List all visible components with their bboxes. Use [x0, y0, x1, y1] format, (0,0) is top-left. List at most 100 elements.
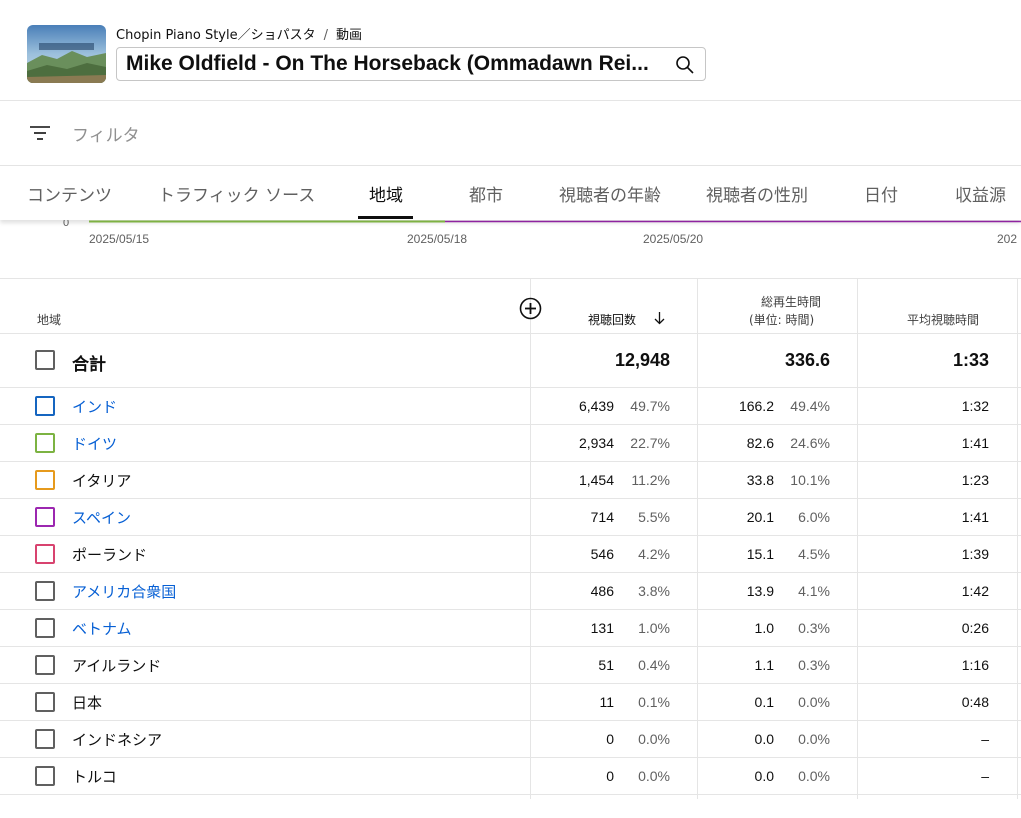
header-avg-duration[interactable]: 平均視聴時間 — [907, 311, 979, 328]
chart-lines: 0 — [63, 220, 1021, 229]
filter-input[interactable]: フィルタ — [72, 121, 140, 146]
table-row[interactable]: イタリア 1,454 11.2% 33.8 10.1% 1:23 — [0, 462, 1021, 499]
row-region-name: インドネシア — [72, 731, 163, 749]
table-row[interactable]: アイルランド 51 0.4% 1.1 0.3% 1:16 — [0, 647, 1021, 684]
row-checkbox[interactable] — [35, 766, 55, 786]
row-watch-time: 20.1 — [746, 509, 774, 525]
search-icon[interactable] — [675, 55, 695, 75]
row-views: 486 — [590, 583, 614, 599]
row-watch-time: 33.8 — [746, 472, 774, 488]
row-views-pct: 49.7% — [630, 398, 670, 414]
row-checkbox[interactable] — [35, 470, 55, 490]
row-checkbox[interactable] — [35, 396, 55, 416]
tab-viewer-gender[interactable]: 視聴者の性別 — [706, 181, 808, 206]
row-watch-time-pct: 0.3% — [798, 620, 830, 636]
tab-city[interactable]: 都市 — [469, 181, 503, 206]
video-thumbnail[interactable] — [27, 25, 106, 83]
tab-content[interactable]: コンテンツ — [27, 181, 112, 206]
row-watch-time: 0.1 — [754, 694, 774, 710]
table-row[interactable]: インドネシア 0 0.0% 0.0 0.0% – — [0, 721, 1021, 758]
row-watch-time: 1.1 — [754, 657, 774, 673]
row-watch-time-pct: 6.0% — [798, 509, 830, 525]
add-column-icon[interactable] — [519, 297, 542, 320]
row-views-pct: 0.4% — [638, 657, 670, 673]
row-views: 1,454 — [578, 472, 614, 488]
video-title-selector[interactable]: Mike Oldfield - On The Horseback (Ommada… — [116, 47, 706, 81]
tab-revenue-source[interactable]: 収益源 — [955, 181, 1006, 206]
row-checkbox[interactable] — [35, 581, 55, 601]
row-watch-time: 13.9 — [746, 583, 774, 599]
row-watch-time-pct: 0.3% — [798, 657, 830, 673]
row-avg-duration: 0:48 — [961, 694, 989, 710]
row-checkbox[interactable] — [35, 729, 55, 749]
filter-icon[interactable] — [29, 123, 51, 143]
row-watch-time-pct: 4.1% — [798, 583, 830, 599]
tab-traffic-source[interactable]: トラフィック ソース — [158, 181, 315, 206]
row-views-pct: 22.7% — [630, 435, 670, 451]
row-views-pct: 0.0% — [638, 768, 670, 784]
row-watch-time: 166.2 — [738, 398, 774, 414]
row-views: 714 — [590, 509, 614, 525]
header-views[interactable]: 視聴回数 — [588, 311, 636, 328]
row-avg-duration: 1:41 — [961, 435, 989, 451]
table-header: 地域 視聴回数 総再生時間 (単位: 時間) 平均視聴時間 — [0, 279, 1021, 334]
row-checkbox[interactable] — [35, 655, 55, 675]
row-checkbox[interactable] — [35, 433, 55, 453]
row-avg-duration: 1:41 — [961, 509, 989, 525]
row-watch-time-pct: 0.0% — [798, 768, 830, 784]
chart-x-tick: 2025/05/15 — [89, 232, 150, 246]
tab-geography[interactable]: 地域 — [369, 181, 403, 206]
row-views: 0 — [606, 768, 614, 784]
row-avg-duration: 1:39 — [961, 546, 989, 562]
breadcrumb-section[interactable]: 動画 — [336, 28, 362, 43]
table-row[interactable]: アメリカ合衆国 486 3.8% 13.9 4.1% 1:42 — [0, 573, 1021, 610]
row-region-name[interactable]: インド — [72, 396, 117, 417]
sort-descending-icon[interactable] — [653, 311, 666, 325]
row-watch-time-pct: 0.0% — [798, 694, 830, 710]
breadcrumb-separator: / — [323, 28, 329, 43]
row-region-name[interactable]: スペイン — [72, 507, 131, 528]
chart-x-tick: 202 — [997, 232, 1018, 246]
geography-table: 地域 視聴回数 総再生時間 (単位: 時間) 平均視聴時間 合計 12,948 … — [0, 278, 1021, 799]
row-watch-time: 0.0 — [754, 768, 774, 784]
table-row[interactable]: トルコ 0 0.0% 0.0 0.0% – — [0, 758, 1021, 795]
row-watch-time-pct: 0.0% — [798, 731, 830, 747]
row-views: 131 — [590, 620, 614, 636]
row-views-pct: 5.5% — [638, 509, 670, 525]
row-watch-time-pct: 49.4% — [790, 398, 830, 414]
total-views: 12,948 — [614, 350, 670, 370]
row-views: 6,439 — [578, 398, 614, 414]
total-watch-time: 336.6 — [784, 350, 830, 370]
row-region-name: トルコ — [72, 768, 117, 786]
table-row[interactable]: スペイン 714 5.5% 20.1 6.0% 1:41 — [0, 499, 1021, 536]
row-views: 51 — [598, 657, 614, 673]
table-total-row: 合計 12,948 336.6 1:33 — [0, 334, 1021, 388]
table-row[interactable]: ベトナム 131 1.0% 1.0 0.3% 0:26 — [0, 610, 1021, 647]
row-checkbox[interactable] — [35, 692, 55, 712]
table-row[interactable]: インド 6,439 49.7% 166.2 49.4% 1:32 — [0, 388, 1021, 425]
row-views: 11 — [599, 694, 614, 710]
header-region[interactable]: 地域 — [37, 311, 61, 328]
table-row[interactable]: ポーランド 546 4.2% 15.1 4.5% 1:39 — [0, 536, 1021, 573]
row-region-name[interactable]: ベトナム — [72, 618, 132, 639]
tab-viewer-age[interactable]: 視聴者の年齢 — [559, 181, 661, 206]
row-avg-duration: – — [981, 768, 989, 784]
row-region-name[interactable]: アメリカ合衆国 — [72, 581, 176, 602]
row-checkbox[interactable] — [35, 544, 55, 564]
header-watch-time[interactable]: 総再生時間 — [761, 293, 821, 310]
row-avg-duration: 0:26 — [961, 620, 989, 636]
table-body: インド 6,439 49.7% 166.2 49.4% 1:32 ドイツ 2,934 22.7%… — [0, 388, 1021, 795]
select-all-checkbox[interactable] — [35, 350, 55, 370]
row-views-pct: 0.0% — [638, 731, 670, 747]
tab-date[interactable]: 日付 — [864, 181, 898, 206]
row-checkbox[interactable] — [35, 618, 55, 638]
table-row[interactable]: 日本 11 0.1% 0.1 0.0% 0:48 — [0, 684, 1021, 721]
row-checkbox[interactable] — [35, 507, 55, 527]
row-region-name[interactable]: ドイツ — [72, 433, 117, 454]
page-header: Chopin Piano Style／ショパスタ / 動画 Mike Oldfiel… — [0, 0, 1021, 101]
table-row[interactable]: ドイツ 2,934 22.7% 82.6 24.6% 1:41 — [0, 425, 1021, 462]
breadcrumb-channel[interactable]: Chopin Piano Style／ショパスタ — [116, 28, 316, 43]
total-avg-duration: 1:33 — [952, 350, 989, 370]
row-region-name: 日本 — [72, 694, 103, 712]
row-avg-duration: – — [981, 731, 989, 747]
